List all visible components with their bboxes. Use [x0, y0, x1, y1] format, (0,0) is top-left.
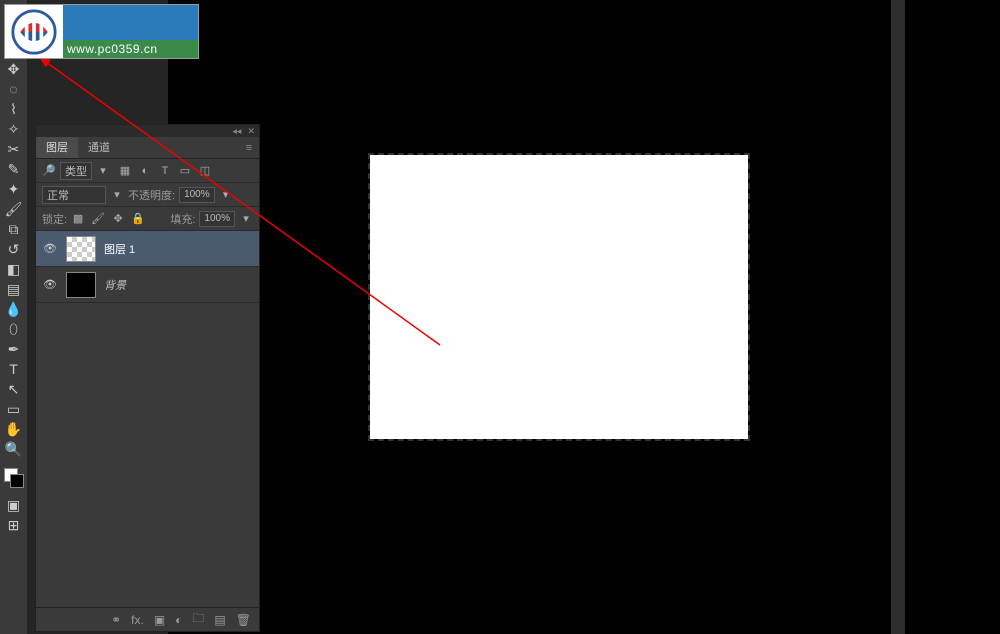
fill-label: 填充: [170, 211, 195, 227]
panel-footer: ⚭ fx. ▣ ◐ 🗀 ▤ 🗑 [36, 607, 259, 631]
layer-thumbnail[interactable] [66, 272, 96, 298]
vertical-scrollbar[interactable] [891, 0, 905, 634]
chevron-down-icon[interactable]: ▾ [219, 188, 233, 202]
link-layers-icon[interactable]: ⚭ [111, 613, 121, 627]
tab-channels[interactable]: 通道 [78, 137, 120, 158]
new-layer-icon[interactable]: ▤ [214, 613, 225, 627]
canvas-document[interactable] [370, 155, 748, 439]
blend-row: 正常 ▾ 不透明度: 100% ▾ [36, 183, 259, 207]
quickmask-icon[interactable]: ▣ [3, 496, 25, 514]
hand-tool-icon[interactable]: ✋ [3, 420, 25, 438]
filter-pixel-icon[interactable]: ▦ [118, 164, 132, 178]
lock-icons: ▩ 🖌 ✥ 🔒 [71, 212, 145, 225]
lock-row: 锁定: ▩ 🖌 ✥ 🔒 填充: 100% ▾ [36, 207, 259, 231]
lock-position-icon[interactable]: ✥ [111, 212, 125, 225]
chevron-down-icon[interactable]: ▾ [96, 164, 110, 178]
move-tool-icon[interactable]: ✥ [3, 60, 25, 78]
watermark: www.pc0359.cn [4, 4, 199, 59]
layer-group-icon[interactable]: 🗀 [192, 609, 204, 630]
panel-titlebar[interactable]: ◂◂ ✕ [36, 125, 259, 137]
dodge-tool-icon[interactable]: ⬯ [3, 320, 25, 338]
watermark-banner [63, 5, 198, 40]
zoom-tool-icon[interactable]: 🔍 [3, 440, 25, 458]
path-tool-icon[interactable]: ↖ [3, 380, 25, 398]
gradient-tool-icon[interactable]: ▤ [3, 280, 25, 298]
search-icon[interactable]: 🔎 [42, 164, 56, 178]
visibility-eye-icon[interactable]: 👁 [42, 242, 58, 255]
chevron-down-icon[interactable]: ▾ [110, 188, 124, 202]
watermark-url: www.pc0359.cn [63, 40, 198, 58]
layer-fx-icon[interactable]: fx. [131, 613, 144, 627]
color-swatches[interactable] [4, 468, 24, 488]
lasso-tool-icon[interactable]: ⌇ [3, 100, 25, 118]
layer-thumbnail[interactable] [66, 236, 96, 262]
adjustment-layer-icon[interactable]: ◐ [175, 613, 182, 627]
filter-text-icon[interactable]: T [158, 164, 172, 178]
panel-menu-icon[interactable]: ≡ [239, 137, 259, 158]
history-brush-tool-icon[interactable]: ↺ [3, 240, 25, 258]
tab-layers[interactable]: 图层 [36, 137, 78, 158]
lock-all-icon[interactable]: 🔒 [131, 212, 145, 225]
visibility-eye-icon[interactable]: 👁 [42, 278, 58, 291]
screenmode-icon[interactable]: ⊞ [3, 516, 25, 534]
layer-mask-icon[interactable]: ▣ [154, 613, 165, 627]
stamp-tool-icon[interactable]: ⧉ [3, 220, 25, 238]
filter-shape-icon[interactable]: ▭ [178, 164, 192, 178]
layer-item[interactable]: 👁 图层 1 [36, 231, 259, 267]
shape-tool-icon[interactable]: ▭ [3, 400, 25, 418]
collapse-icon[interactable]: ◂◂ [232, 126, 241, 137]
filter-type-select[interactable]: 类型 [60, 162, 92, 180]
panel-tabs: 图层 通道 ≡ [36, 137, 259, 159]
opacity-label: 不透明度: [128, 187, 175, 203]
fill-value[interactable]: 100% [199, 211, 235, 227]
delete-layer-icon[interactable]: 🗑 [236, 613, 251, 627]
lock-transparent-icon[interactable]: ▩ [71, 212, 85, 225]
layer-item[interactable]: 👁 背景 [36, 267, 259, 303]
layers-list: 👁 图层 1 👁 背景 [36, 231, 259, 303]
layers-panel: ◂◂ ✕ 图层 通道 ≡ 🔎 类型 ▾ ▦ ◐ T ▭ ◫ 正常 ▾ 不透明度:… [35, 124, 260, 632]
marquee-tool-icon[interactable]: ◌ [3, 80, 25, 98]
filter-row: 🔎 类型 ▾ ▦ ◐ T ▭ ◫ [36, 159, 259, 183]
text-tool-icon[interactable]: T [3, 360, 25, 378]
eraser-tool-icon[interactable]: ◧ [3, 260, 25, 278]
tools-toolbar: ✥ ◌ ⌇ ✧ ✂ ✎ ✦ 🖌 ⧉ ↺ ◧ ▤ 💧 ⬯ ✒ T ↖ ▭ ✋ 🔍 … [0, 0, 28, 634]
lock-pixels-icon[interactable]: 🖌 [91, 212, 105, 225]
layer-name[interactable]: 背景 [104, 277, 126, 293]
filter-smart-icon[interactable]: ◫ [198, 164, 212, 178]
blend-mode-select[interactable]: 正常 [42, 186, 106, 204]
watermark-logo-icon [5, 5, 63, 58]
wand-tool-icon[interactable]: ✧ [3, 120, 25, 138]
eyedropper-tool-icon[interactable]: ✎ [3, 160, 25, 178]
close-icon[interactable]: ✕ [247, 126, 255, 137]
crop-tool-icon[interactable]: ✂ [3, 140, 25, 158]
pen-tool-icon[interactable]: ✒ [3, 340, 25, 358]
filter-adjust-icon[interactable]: ◐ [138, 164, 152, 178]
chevron-down-icon[interactable]: ▾ [239, 212, 253, 226]
layer-name[interactable]: 图层 1 [104, 241, 135, 257]
background-swatch[interactable] [10, 474, 24, 488]
filter-icons: ▦ ◐ T ▭ ◫ [118, 164, 212, 178]
opacity-value[interactable]: 100% [179, 187, 215, 203]
heal-tool-icon[interactable]: ✦ [3, 180, 25, 198]
lock-label: 锁定: [42, 211, 67, 227]
brush-tool-icon[interactable]: 🖌 [3, 200, 25, 218]
blur-tool-icon[interactable]: 💧 [3, 300, 25, 318]
right-gutter [890, 0, 1000, 634]
